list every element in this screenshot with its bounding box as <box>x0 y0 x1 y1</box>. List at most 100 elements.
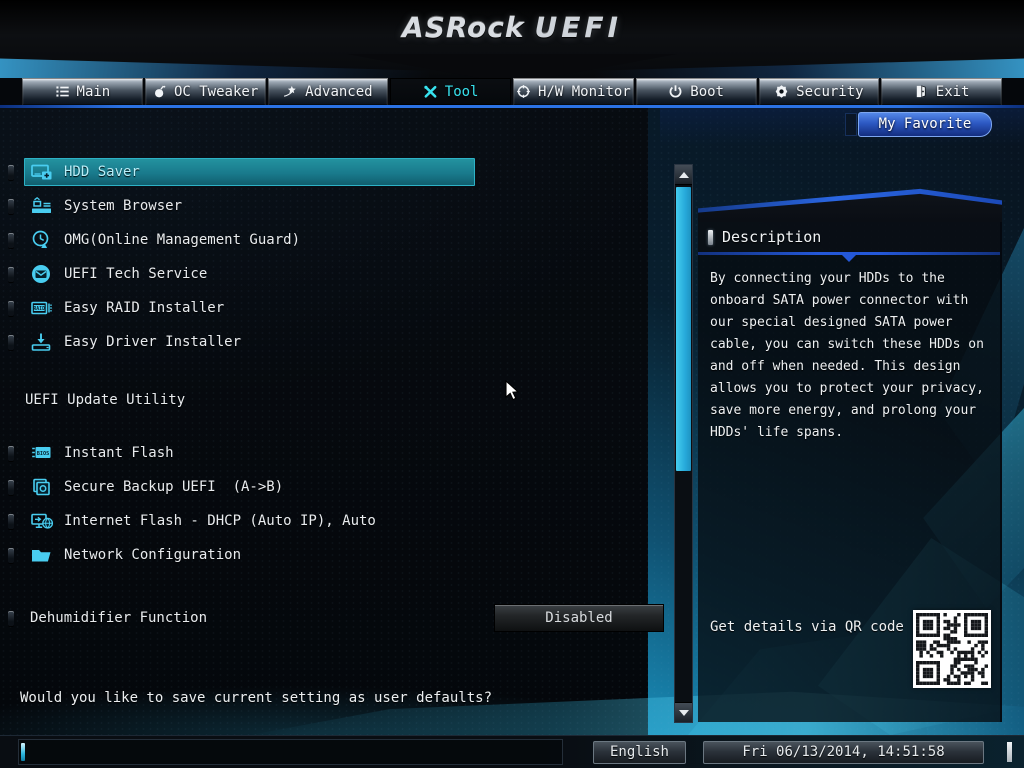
my-favorite-button[interactable]: My Favorite <box>858 112 992 137</box>
shooting-star-icon <box>283 84 298 99</box>
svg-text:BIOS: BIOS <box>37 451 50 457</box>
scroll-down-icon <box>679 710 689 716</box>
section-header-uefi-update-utility: UEFI Update Utility <box>8 383 668 417</box>
tool-menu: HDD Saver System Browser OMG(Online Manage… <box>8 155 668 706</box>
tab-label: Exit <box>936 84 970 100</box>
scroll-up-button[interactable] <box>675 165 692 185</box>
menu-item-dehumidifier-function[interactable]: Dehumidifier Function Disabled <box>8 601 668 635</box>
menu-item-label: Easy RAID Installer <box>64 300 224 316</box>
tab-main[interactable]: Main <box>22 78 143 105</box>
tab-boot[interactable]: Boot <box>636 78 757 105</box>
menu-item-label: UEFI Tech Service <box>64 266 207 282</box>
description-separator <box>698 252 1000 255</box>
tab-label: Boot <box>690 84 724 100</box>
monitor-globe-icon <box>30 510 54 532</box>
uefi-screen: ASRock UEFI Main OC Tweaker Advanced Tool H/W… <box>0 0 1024 768</box>
tab-h-w-monitor[interactable]: H/W Monitor <box>513 78 634 105</box>
bomb-icon <box>152 84 167 99</box>
menu-item-secure-backup-uefi-a-b[interactable]: Secure Backup UEFI (A->B) <box>8 470 668 504</box>
menu-item-system-browser[interactable]: System Browser <box>8 189 668 223</box>
menu-item-label: Internet Flash - DHCP (Auto IP), Auto <box>64 513 376 529</box>
tab-oc-tweaker[interactable]: OC Tweaker <box>145 78 266 105</box>
hdd-saver-icon <box>30 161 54 183</box>
status-bar: English Fri 06/13/2014, 14:51:58 <box>0 735 1024 768</box>
menu-item-hdd-saver[interactable]: HDD Saver <box>8 155 668 189</box>
copy-backup-icon <box>30 476 54 498</box>
roof-dark-face <box>698 186 1002 222</box>
logo-suffix: UEFI <box>535 11 622 44</box>
tools-icon <box>423 84 438 99</box>
folder-icon <box>30 544 54 566</box>
menu-item-label: Easy Driver Installer <box>64 334 241 350</box>
menu-item-uefi-tech-service[interactable]: UEFI Tech Service <box>8 257 668 291</box>
crosshair-icon <box>516 84 531 99</box>
raid-box-icon: RAID <box>30 297 54 319</box>
scrollbar-thumb[interactable] <box>676 187 691 471</box>
item-bullet <box>8 335 14 350</box>
tab-bar: Main OC Tweaker Advanced Tool H/W Monitor Boo… <box>0 78 1024 105</box>
item-bullet <box>8 267 14 282</box>
tab-advanced[interactable]: Advanced <box>268 78 389 105</box>
language-button[interactable]: English <box>593 741 686 764</box>
favorite-notch <box>845 113 857 136</box>
menu-item-easy-driver-installer[interactable]: Easy Driver Installer <box>8 325 668 359</box>
separator-triangle-icon <box>842 255 856 262</box>
tab-label: Advanced <box>305 84 372 100</box>
tab-label: Security <box>796 84 863 100</box>
item-bullet <box>8 611 14 626</box>
item-bullet <box>8 446 14 461</box>
qr-code <box>913 610 991 688</box>
logo-brand: ASRock <box>402 11 524 44</box>
description-roof <box>698 186 1002 222</box>
mail-circle-icon <box>30 263 54 285</box>
dehumidifier-value-dropdown[interactable]: Disabled <box>494 604 664 632</box>
status-caret <box>21 743 25 761</box>
menu-item-label: HDD Saver <box>64 164 140 180</box>
dehumidifier-label: Dehumidifier Function <box>30 610 207 626</box>
description-title: Description <box>722 228 821 246</box>
menu-scrollbar[interactable] <box>674 164 693 723</box>
save-defaults-prompt: Would you like to save current setting a… <box>8 690 668 706</box>
bios-chip-icon: BIOS <box>30 442 54 464</box>
item-bullet <box>8 548 14 563</box>
description-panel: Description By connecting your HDDs to t… <box>698 222 1002 722</box>
update-utility-group: BIOSInstant FlashSecure Backup UEFI (A->… <box>8 436 668 572</box>
badge-icon <box>774 84 789 99</box>
asrock-uefi-logo: ASRock UEFI <box>0 11 1024 44</box>
scroll-up-icon <box>679 172 689 178</box>
menu-item-easy-raid-installer[interactable]: RAID Easy RAID Installer <box>8 291 668 325</box>
item-bullet <box>8 301 14 316</box>
tab-label: H/W Monitor <box>538 84 631 100</box>
tab-label: Main <box>77 84 111 100</box>
tab-exit[interactable]: Exit <box>881 78 1002 105</box>
qr-caption: Get details via QR code <box>710 619 904 635</box>
description-body: By connecting your HDDs to the onboard S… <box>698 255 1000 444</box>
tab-tool[interactable]: Tool <box>390 78 511 105</box>
qr-code-image <box>916 613 988 685</box>
header-banner: ASRock UEFI <box>0 0 1024 78</box>
menu-item-label: System Browser <box>64 198 182 214</box>
item-bullet <box>8 480 14 495</box>
svg-text:RAID: RAID <box>33 306 45 312</box>
tool-menu-group: HDD Saver System Browser OMG(Online Manage… <box>8 155 668 359</box>
statusbar-right-tick <box>1007 742 1012 762</box>
status-input[interactable] <box>18 739 563 765</box>
menu-item-label: Network Configuration <box>64 547 241 563</box>
scroll-down-button[interactable] <box>675 702 692 722</box>
menu-item-omg-online-management-guard[interactable]: OMG(Online Management Guard) <box>8 223 668 257</box>
exit-door-icon <box>914 84 929 99</box>
power-icon <box>668 84 683 99</box>
item-bullet <box>8 514 14 529</box>
menu-item-instant-flash[interactable]: BIOSInstant Flash <box>8 436 668 470</box>
list-icon <box>55 84 70 99</box>
item-bullet <box>8 233 14 248</box>
menu-item-label: OMG(Online Management Guard) <box>64 232 300 248</box>
menu-item-network-configuration[interactable]: Network Configuration <box>8 538 668 572</box>
download-tray-icon <box>30 331 54 353</box>
description-header: Description <box>698 222 1000 252</box>
tab-security[interactable]: Security <box>759 78 880 105</box>
system-browser-icon <box>30 195 54 217</box>
omg-clock-icon <box>30 229 54 251</box>
menu-item-internet-flash-dhcp-auto-ip-auto[interactable]: Internet Flash - DHCP (Auto IP), Auto <box>8 504 668 538</box>
datetime-display: Fri 06/13/2014, 14:51:58 <box>703 741 984 764</box>
